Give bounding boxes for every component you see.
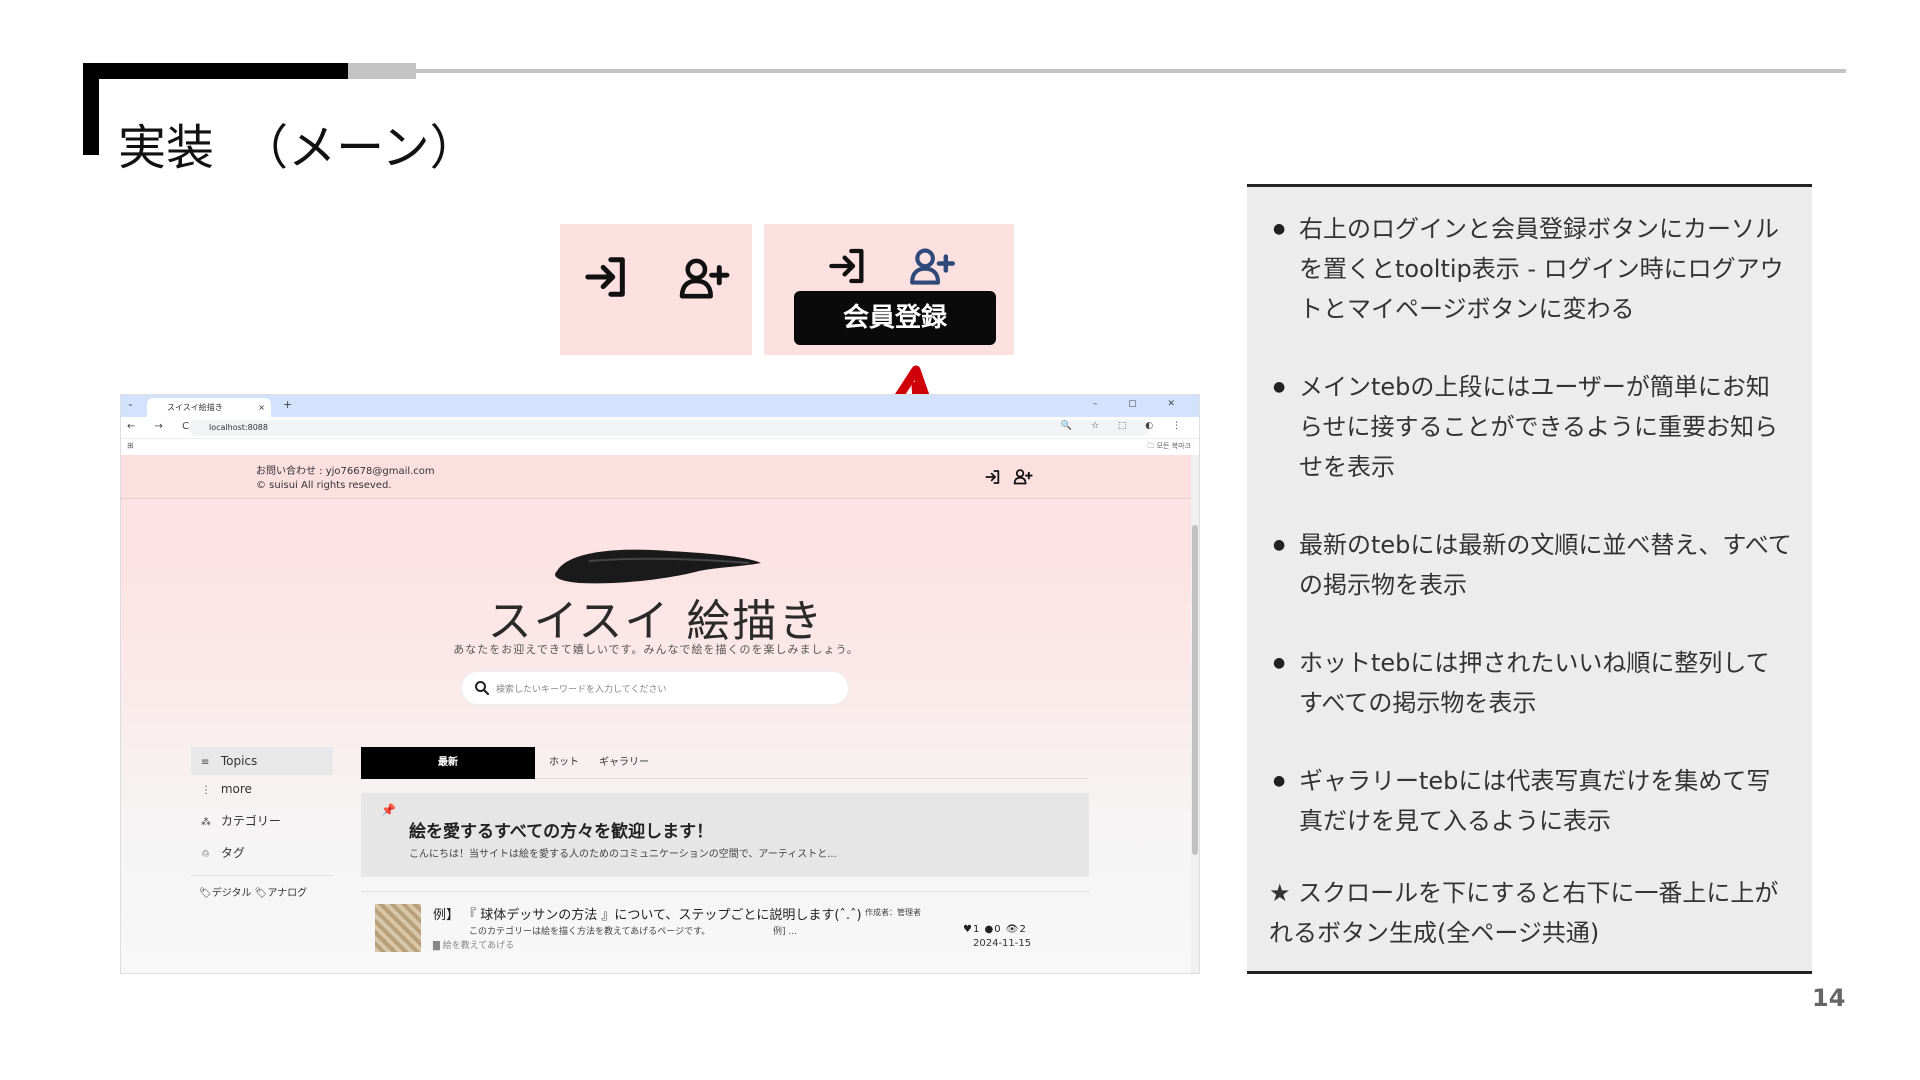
content-tabs: 最新 ホット ギャラリー — [361, 747, 1089, 779]
post-excerpt-more: 例] ... — [773, 927, 797, 937]
list-icon: ≡ — [201, 757, 210, 768]
likes-count: ♥1 — [963, 924, 981, 935]
browser-screenshot: ⌄ スイスイ絵描き × + – ▢ ✕ ← → C localhost:8088… — [120, 394, 1200, 974]
tab-gallery[interactable]: ギャラリー — [599, 747, 649, 779]
apps-icon[interactable]: ⊞ — [127, 441, 134, 450]
tag-icon: ♲ — [201, 849, 210, 860]
login-icon — [585, 257, 625, 297]
sidebar-item-label: more — [220, 782, 252, 796]
sidebar-item-topics[interactable]: ≡ Topics — [191, 747, 333, 775]
address-bar-icons[interactable]: 🔍 ☆ ⬚ ◐ ⋮ — [1061, 421, 1189, 431]
more-vertical-icon: ⋮ — [201, 785, 211, 796]
tab-latest[interactable]: 最新 — [361, 747, 535, 779]
sidebar-item-label: タグ — [220, 846, 245, 860]
copyright: © suisui All rights reseved. — [256, 480, 392, 491]
contact-email: お問い合わせ : yjo76678@gmail.com — [256, 466, 435, 477]
search-placeholder: 検索したいキーワードを入力してください — [496, 685, 667, 695]
site-top-bar: お問い合わせ : yjo76678@gmail.com © suisui All… — [121, 455, 1191, 499]
header-rule — [416, 69, 1846, 73]
site-subtitle: あなたをお迎えできて嬉しいです。みんなで絵を描くのを楽しみましょう。 — [453, 643, 859, 656]
site-viewport: お問い合わせ : yjo76678@gmail.com © suisui All… — [121, 455, 1191, 974]
search-input[interactable]: 検索したいキーワードを入力してください — [461, 671, 849, 705]
page-number: 14 — [1812, 984, 1846, 1012]
sidebar-item-tags[interactable]: ♲ タグ — [191, 839, 333, 871]
login-icon — [829, 248, 864, 284]
scroll-top-note: ★ スクロールを下にすると右下に一番上に上がれるボタン生成(全ページ共通) — [1269, 879, 1779, 947]
person-add-icon[interactable] — [1013, 469, 1033, 485]
tab-hot[interactable]: ホット — [549, 747, 579, 779]
bookmarks-bar: ⊞ 🗀 모든 북마크 — [121, 439, 1199, 455]
scrollbar[interactable] — [1191, 455, 1199, 973]
sidebar: ≡ Topics ⋮ more ⁂ カテゴリー ♲ タグ 🏷デジタル 🏷アナログ — [191, 747, 333, 899]
scroll-to-top-button[interactable] — [1121, 973, 1167, 974]
notice-body: こんにちは！当サイトは絵を愛する人のためのコミュニケーションの空間で、アーティス… — [409, 849, 837, 860]
bullet-login-tooltip: 右上のログインと会員登録ボタンにカーソルを置くとtooltip表示 - ログイン… — [1273, 209, 1793, 329]
browser-tab[interactable]: スイスイ絵描き × — [147, 398, 271, 417]
url-field[interactable]: localhost:8088 — [189, 420, 1149, 436]
scrollbar-thumb[interactable] — [1192, 525, 1198, 855]
category-icon: ⁂ — [201, 817, 211, 828]
contact-info: お問い合わせ : yjo76678@gmail.com © suisui All… — [256, 465, 435, 493]
sidebar-tag-list[interactable]: 🏷デジタル 🏷アナログ — [191, 875, 333, 899]
all-bookmarks-button[interactable]: 🗀 모든 북마크 — [1147, 441, 1191, 453]
tab-title: スイスイ絵描き — [167, 403, 223, 412]
post-excerpt: このカテゴリーは絵を描く方法を教えてあげるページです。 — [469, 927, 711, 937]
zoom-icons-panel — [560, 224, 752, 355]
views-count: 👁2 — [1005, 924, 1027, 935]
pinned-notice[interactable]: 📌 絵を愛するすべての方々を歓迎します！ こんにちは！当サイトは絵を愛する人のた… — [361, 793, 1089, 877]
explanation-panel: 右上のログインと会員登録ボタンにカーソルを置くとtooltip表示 - ログイン… — [1247, 184, 1812, 974]
post-thumbnail — [375, 904, 421, 952]
post-author: 作成者：管理者 — [865, 908, 921, 917]
tab-close-icon[interactable]: × — [258, 398, 265, 417]
login-icon[interactable] — [985, 469, 1001, 485]
person-add-icon — [910, 248, 955, 285]
search-icon — [475, 681, 490, 696]
bullet-hot-tab: ホットtebには押されたいいね順に整列してすべての掲示物を表示 — [1273, 643, 1793, 723]
post-category: ▇ 絵を教えてあげる — [433, 941, 515, 951]
post-title: 例】 『 球体デッサンの方法 』について、ステップごとに説明します(ˆ.ˆ) — [433, 908, 862, 923]
list-item[interactable]: 例】 『 球体デッサンの方法 』について、ステップごとに説明します(ˆ.ˆ) 作… — [361, 891, 1089, 952]
window-controls[interactable]: – ▢ ✕ — [1093, 399, 1189, 409]
post-date: 2024-11-15 — [973, 938, 1032, 949]
new-tab-button[interactable]: + — [283, 398, 292, 411]
sidebar-item-label: カテゴリー — [220, 814, 281, 828]
sidebar-item-label: Topics — [220, 754, 258, 768]
comments-count: ●0 — [984, 924, 1002, 935]
main-content: 最新 ホット ギャラリー 📌 絵を愛するすべての方々を歓迎します！ こんにちは！… — [361, 747, 1089, 952]
bullet-gallery-tab: ギャラリーtebには代表写真だけを集めて写真だけを見て入るように表示 — [1273, 761, 1793, 841]
header-accent-gray — [348, 63, 416, 79]
slide-title: 実装 （メーン） — [118, 120, 478, 176]
person-add-icon — [679, 258, 730, 299]
bullet-latest-tab: 最新のtebには最新の文順に並べ替え、すべての掲示物を表示 — [1273, 525, 1793, 605]
brush-stroke-logo — [555, 549, 761, 584]
title-accent-bar — [83, 79, 99, 155]
address-bar-row: ← → C localhost:8088 🔍 ☆ ⬚ ◐ ⋮ — [121, 417, 1199, 439]
nav-buttons[interactable]: ← → C — [127, 421, 197, 432]
bullet-notice: メインtebの上段にはユーザーが簡単にお知らせに接することができるように重要お知… — [1273, 367, 1793, 487]
tab-bar: ⌄ スイスイ絵描き × + – ▢ ✕ — [121, 395, 1199, 417]
post-stats: ♥1 ●0 👁2 — [963, 924, 1027, 935]
site-title: スイスイ 絵描き — [487, 596, 825, 647]
pin-icon: 📌 — [381, 803, 396, 817]
sidebar-item-category[interactable]: ⁂ カテゴリー — [191, 807, 333, 839]
header-accent-black — [83, 63, 348, 79]
signup-tooltip: 会員登録 — [794, 291, 996, 345]
notice-title: 絵を愛するすべての方々を歓迎します！ — [409, 822, 714, 842]
sidebar-item-more[interactable]: ⋮ more — [191, 775, 333, 807]
tab-search-dropdown[interactable]: ⌄ — [127, 399, 134, 408]
